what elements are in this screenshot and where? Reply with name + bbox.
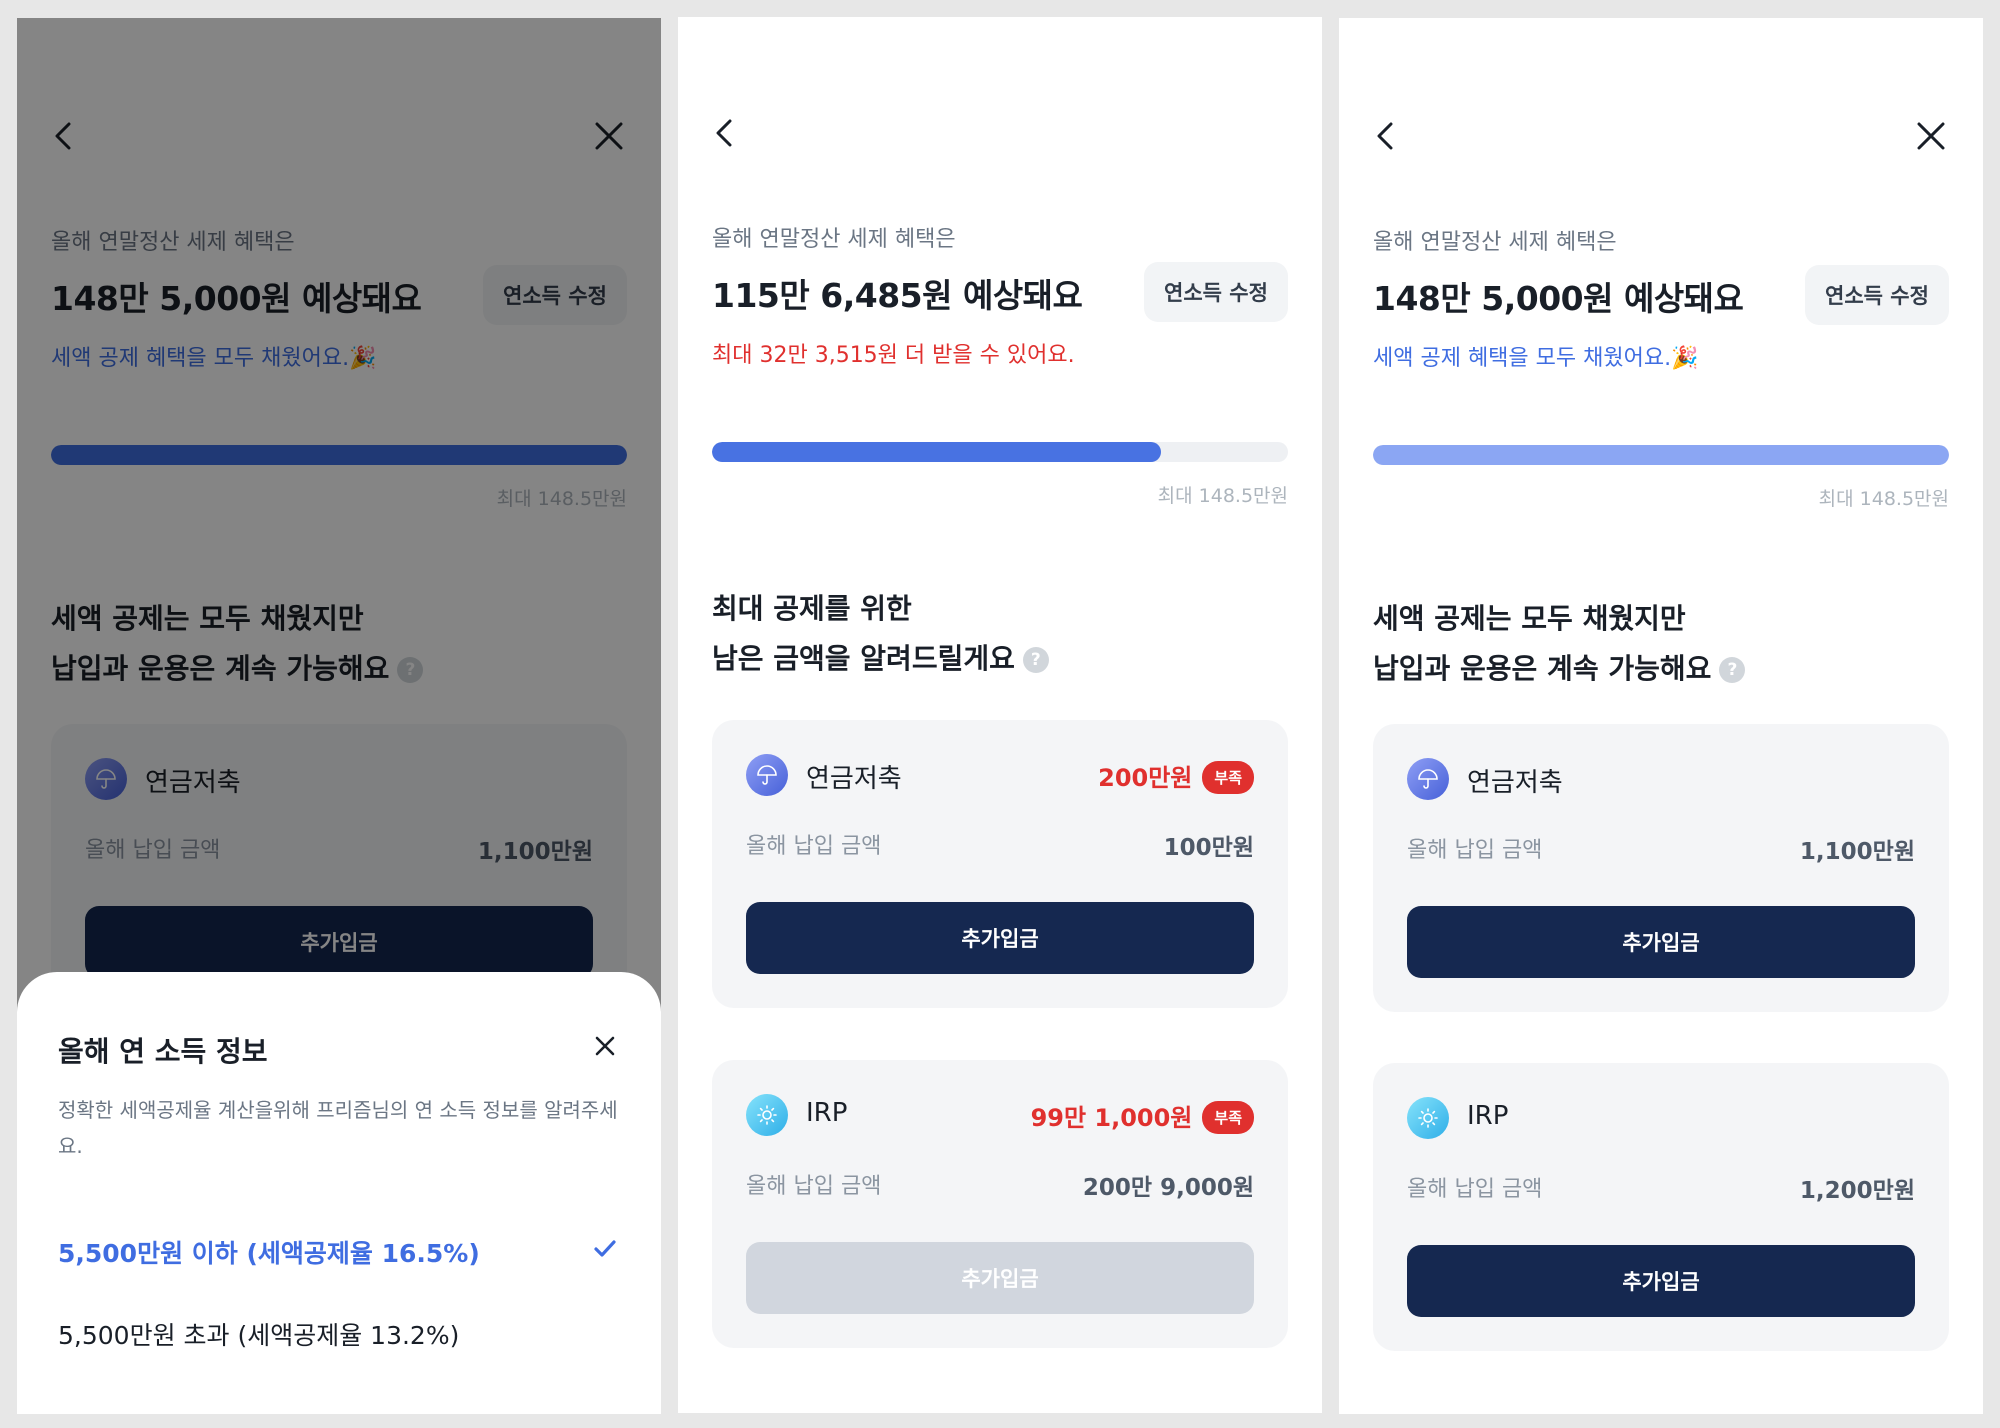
shortage-badge: 부족 xyxy=(1202,1101,1254,1134)
summary-amount: 115만 6,485원 예상돼요 xyxy=(712,276,1083,315)
umbrella-icon xyxy=(746,754,788,796)
income-bottom-sheet: 올해 연 소득 정보 정확한 세액공제율 계산을위해 프리즘님의 연 소득 정보… xyxy=(17,972,661,1414)
back-icon[interactable] xyxy=(1369,118,1405,154)
card-deposit-row: 올해 납입 금액 1,100만원 xyxy=(1407,832,1915,865)
card-row-label: 올해 납입 금액 xyxy=(1407,1177,1543,1202)
card-row-label: 올해 납입 금액 xyxy=(1407,838,1543,863)
top-bar xyxy=(678,17,1322,167)
add-deposit-button-disabled[interactable]: 추가입금 xyxy=(746,1242,1254,1314)
shortage-badge: 부족 xyxy=(1202,761,1254,794)
top-bar xyxy=(1339,18,1983,168)
sheet-close-icon[interactable] xyxy=(591,1032,619,1060)
progress-max-label: 최대 148.5만원 xyxy=(1157,485,1288,507)
card-irp: IRP 99만 1,000원 부족 올해 납입 금액 200만 9,000원 추가… xyxy=(712,1060,1288,1348)
card-deposit-row: 올해 납입 금액 100만원 xyxy=(746,828,1254,861)
sheet-description: 정확한 세액공제율 계산을위해 프리즘님의 연 소득 정보를 알려주세요. xyxy=(58,1098,618,1158)
help-icon[interactable]: ? xyxy=(1719,657,1746,683)
card-header: IRP xyxy=(1407,1097,1915,1139)
card-row-value: 100만원 xyxy=(1163,835,1254,861)
help-icon[interactable]: ? xyxy=(1022,647,1049,673)
screen-income-sheet: 올해 연말정산 세제 혜택은 148만 5,000원 예상돼요 세액 공제 혜택… xyxy=(17,18,661,1414)
sun-icon xyxy=(746,1094,788,1136)
card-title: IRP xyxy=(1467,1101,1509,1131)
card-deposit-row: 올해 납입 금액 1,200만원 xyxy=(1407,1171,1915,1204)
progress-bar xyxy=(712,442,1288,462)
close-icon[interactable] xyxy=(1913,118,1949,154)
progress-fill xyxy=(712,442,1162,462)
section-title: 최대 공제를 위한 남은 금액을 알려드릴게요? xyxy=(712,584,1049,684)
check-icon xyxy=(590,1234,620,1264)
progress-fill xyxy=(1373,445,1949,465)
back-icon[interactable] xyxy=(708,115,744,151)
progress-max-label: 최대 148.5만원 xyxy=(1818,488,1949,510)
progress-bar xyxy=(1373,445,1949,465)
shortage-amount: 99만 1,000원 xyxy=(1030,1104,1193,1132)
edit-income-button[interactable]: 연소득 수정 xyxy=(1805,265,1949,325)
card-pension: 연금저축 200만원 부족 올해 납입 금액 100만원 추가입금 xyxy=(712,720,1288,1008)
screen-shortage: 올해 연말정산 세제 혜택은 115만 6,485원 예상돼요 최대 32만 3… xyxy=(678,17,1322,1413)
section-title-line2: 남은 금액을 알려드릴게요 xyxy=(712,642,1015,675)
card-title: IRP xyxy=(806,1098,848,1128)
card-shortage: 99만 1,000원 부족 xyxy=(1031,1098,1254,1134)
umbrella-icon xyxy=(1407,758,1449,800)
option-label: 5,500만원 이하 (세액공제율 16.5%) xyxy=(58,1239,480,1268)
card-row-label: 올해 납입 금액 xyxy=(746,1174,882,1199)
card-header: IRP 99만 1,000원 부족 xyxy=(746,1094,1254,1136)
summary-label: 올해 연말정산 세제 혜택은 xyxy=(712,227,956,252)
card-row-value: 1,200만원 xyxy=(1799,1178,1915,1204)
card-pension: 연금저축 올해 납입 금액 1,100만원 추가입금 xyxy=(1373,724,1949,1012)
card-header: 연금저축 xyxy=(1407,758,1915,800)
edit-income-button[interactable]: 연소득 수정 xyxy=(1144,262,1288,322)
income-option-under[interactable]: 5,500만원 이하 (세액공제율 16.5%) xyxy=(58,1234,620,1270)
card-row-value: 200만 9,000원 xyxy=(1082,1175,1254,1201)
card-deposit-row: 올해 납입 금액 200만 9,000원 xyxy=(746,1168,1254,1201)
section-title-line1: 최대 공제를 위한 xyxy=(712,592,912,625)
summary-label: 올해 연말정산 세제 혜택은 xyxy=(1373,230,1617,255)
section-title: 세액 공제는 모두 채웠지만 납입과 운용은 계속 가능해요? xyxy=(1373,594,1746,694)
card-irp: IRP 올해 납입 금액 1,200만원 추가입금 xyxy=(1373,1063,1949,1351)
section-title-line2: 납입과 운용은 계속 가능해요 xyxy=(1373,652,1712,685)
card-shortage: 200만원 부족 xyxy=(1098,758,1254,794)
sun-icon xyxy=(1407,1097,1449,1139)
add-deposit-button[interactable]: 추가입금 xyxy=(1407,1245,1915,1317)
add-deposit-button[interactable]: 추가입금 xyxy=(746,902,1254,974)
card-row-label: 올해 납입 금액 xyxy=(746,834,882,859)
card-title: 연금저축 xyxy=(806,764,902,794)
option-label: 5,500만원 초과 (세액공제율 13.2%) xyxy=(58,1321,460,1350)
section-title-line1: 세액 공제는 모두 채웠지만 xyxy=(1373,602,1686,635)
income-option-over[interactable]: 5,500만원 초과 (세액공제율 13.2%) xyxy=(58,1316,620,1352)
card-title: 연금저축 xyxy=(1467,768,1563,798)
screen-filled: 올해 연말정산 세제 혜택은 148만 5,000원 예상돼요 세액 공제 혜택… xyxy=(1339,18,1983,1414)
sheet-title: 올해 연 소득 정보 xyxy=(58,1035,268,1068)
add-deposit-button[interactable]: 추가입금 xyxy=(1407,906,1915,978)
summary-amount: 148만 5,000원 예상돼요 xyxy=(1373,279,1744,318)
summary-note: 최대 32만 3,515원 더 받을 수 있어요. xyxy=(712,343,1075,368)
shortage-amount: 200만원 xyxy=(1098,764,1193,792)
card-row-value: 1,100만원 xyxy=(1799,839,1915,865)
summary-note: 세액 공제 혜택을 모두 채웠어요.🎉 xyxy=(1373,346,1699,371)
card-header: 연금저축 200만원 부족 xyxy=(746,754,1254,796)
